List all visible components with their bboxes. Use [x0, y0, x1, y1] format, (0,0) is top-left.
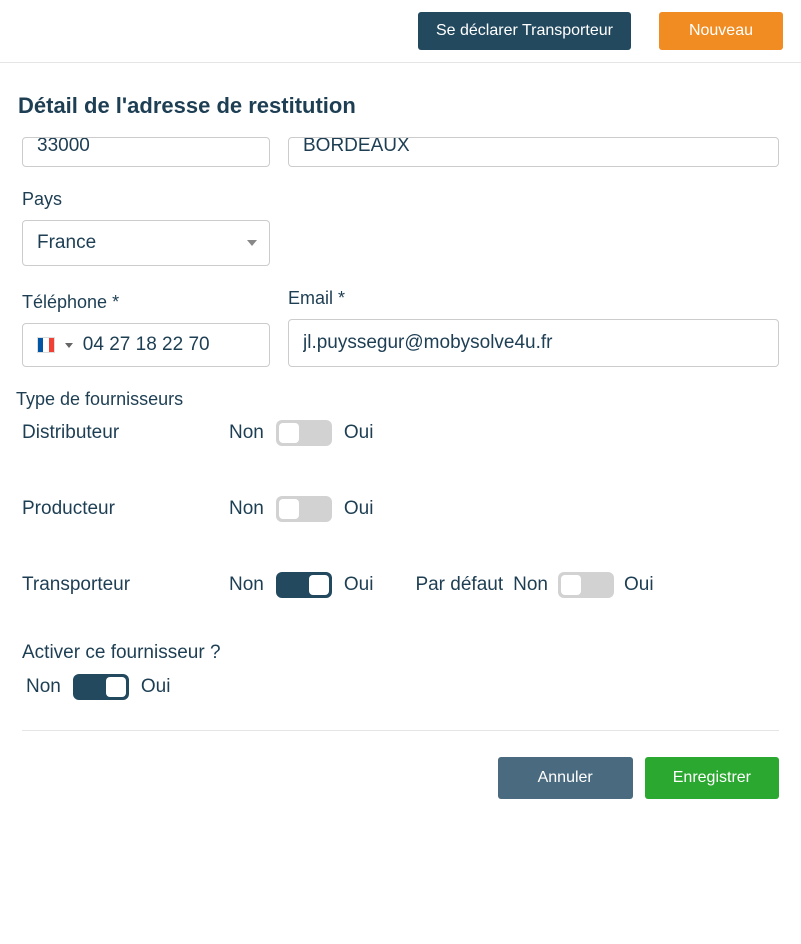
- country-value: France: [37, 232, 96, 254]
- supplier-types-label: Type de fournisseurs: [16, 389, 779, 410]
- postal-code-input[interactable]: 33000: [22, 137, 270, 167]
- toggle-on-text: Oui: [344, 574, 374, 596]
- toggle-off-text: Non: [229, 498, 264, 520]
- flag-fr-icon[interactable]: [37, 337, 55, 353]
- activate-block: Activer ce fournisseur ? Non Oui: [22, 642, 779, 700]
- country-label: Pays: [22, 189, 270, 210]
- footer-actions: Annuler Enregistrer: [0, 731, 801, 809]
- carrier-label: Transporteur: [22, 574, 217, 596]
- default-label: Par défaut: [415, 574, 503, 596]
- chevron-down-icon[interactable]: [65, 343, 73, 348]
- new-button[interactable]: Nouveau: [659, 12, 783, 50]
- email-label: Email *: [288, 288, 779, 309]
- header-bar: Se déclarer Transporteur Nouveau: [0, 0, 801, 63]
- chevron-down-icon: [247, 240, 257, 246]
- cancel-button[interactable]: Annuler: [498, 757, 633, 799]
- phone-input-wrapper[interactable]: [22, 323, 270, 367]
- toggle-off-text: Non: [513, 574, 548, 596]
- page-title: Détail de l'adresse de restitution: [0, 63, 801, 137]
- carrier-toggle[interactable]: [276, 572, 332, 598]
- producer-label: Producteur: [22, 498, 217, 520]
- distributor-toggle[interactable]: [276, 420, 332, 446]
- carrier-default-block: Par défaut Non Oui: [415, 572, 653, 598]
- toggle-off-text: Non: [229, 574, 264, 596]
- toggle-on-text: Oui: [344, 422, 374, 444]
- distributor-toggle-row: Distributeur Non Oui: [22, 420, 779, 446]
- distributor-label: Distributeur: [22, 422, 217, 444]
- toggle-on-text: Oui: [141, 676, 171, 698]
- activate-label: Activer ce fournisseur ?: [22, 642, 779, 664]
- toggle-off-text: Non: [229, 422, 264, 444]
- form-area: 33000 BORDEAUX Pays France Téléphone *: [0, 137, 801, 700]
- producer-toggle-row: Producteur Non Oui: [22, 496, 779, 522]
- city-input[interactable]: BORDEAUX: [288, 137, 779, 167]
- producer-toggle[interactable]: [276, 496, 332, 522]
- toggle-on-text: Oui: [624, 574, 654, 596]
- phone-input[interactable]: [83, 334, 255, 356]
- carrier-default-toggle[interactable]: [558, 572, 614, 598]
- carrier-toggle-row: Transporteur Non Oui Par défaut Non Oui: [22, 572, 779, 598]
- country-select[interactable]: France: [22, 220, 270, 266]
- email-input[interactable]: [288, 319, 779, 367]
- address-row: 33000 BORDEAUX: [22, 137, 779, 167]
- toggle-on-text: Oui: [344, 498, 374, 520]
- phone-label: Téléphone *: [22, 292, 270, 313]
- save-button[interactable]: Enregistrer: [645, 757, 779, 799]
- activate-toggle[interactable]: [73, 674, 129, 700]
- declare-carrier-button[interactable]: Se déclarer Transporteur: [418, 12, 631, 50]
- toggle-off-text: Non: [26, 676, 61, 698]
